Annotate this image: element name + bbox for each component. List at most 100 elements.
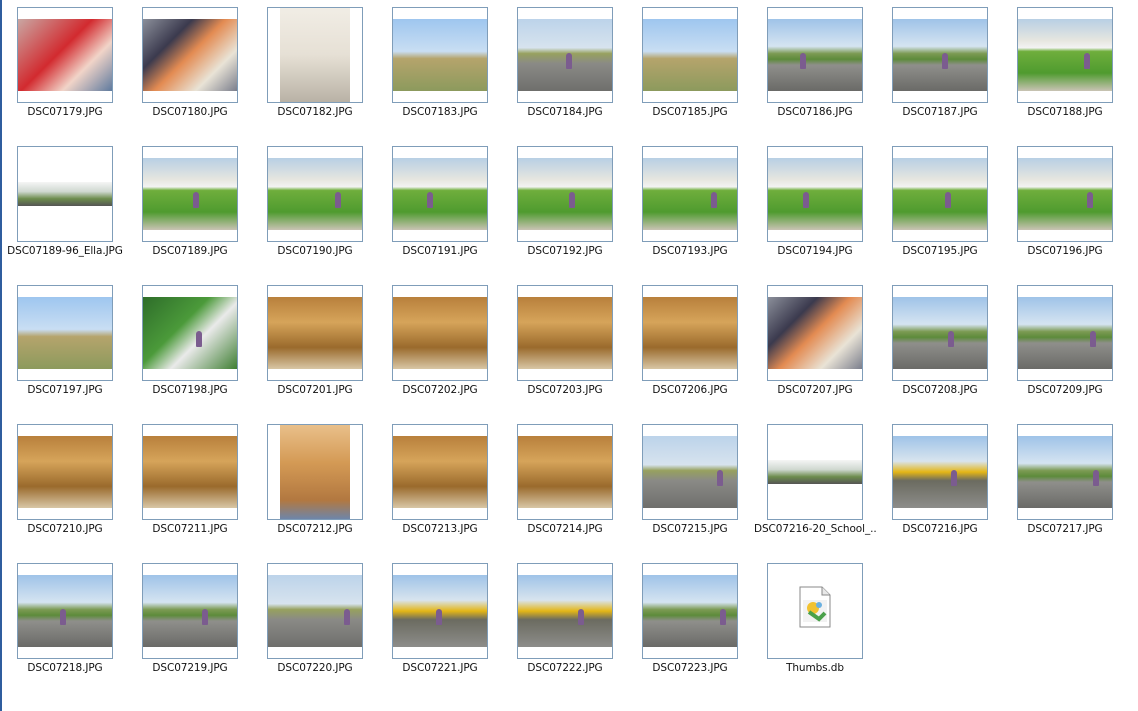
thumbnail-frame[interactable] — [767, 563, 863, 659]
file-item[interactable]: DSC07190.JPG — [254, 145, 376, 275]
person-figure — [344, 609, 350, 625]
thumbnail-frame[interactable] — [392, 7, 488, 103]
thumbnail-frame[interactable] — [142, 146, 238, 242]
thumbnail-frame[interactable] — [892, 285, 988, 381]
thumbnail-frame[interactable] — [142, 563, 238, 659]
thumbnail-frame[interactable] — [267, 563, 363, 659]
thumbnail-frame[interactable] — [767, 424, 863, 520]
thumbnail-frame[interactable] — [1017, 285, 1113, 381]
person-figure — [1093, 470, 1099, 486]
file-name-label: DSC07208.JPG — [902, 384, 978, 396]
file-item[interactable]: DSC07188.JPG — [1004, 6, 1126, 136]
file-item[interactable]: DSC07180.JPG — [129, 6, 251, 136]
file-item[interactable]: DSC07219.JPG — [129, 562, 251, 692]
file-item[interactable]: DSC07193.JPG — [629, 145, 751, 275]
thumbnail-frame[interactable] — [392, 424, 488, 520]
thumbnail-frame[interactable] — [142, 7, 238, 103]
file-item[interactable]: DSC07187.JPG — [879, 6, 1001, 136]
file-item[interactable]: DSC07206.JPG — [629, 284, 751, 414]
file-item[interactable]: DSC07216.JPG — [879, 423, 1001, 553]
file-item[interactable]: DSC07212.JPG — [254, 423, 376, 553]
thumbnail-frame[interactable] — [17, 424, 113, 520]
thumbnail-frame[interactable] — [517, 285, 613, 381]
file-name-label: DSC07223.JPG — [652, 662, 728, 674]
thumbnail-frame[interactable] — [767, 7, 863, 103]
thumbnail-frame[interactable] — [17, 7, 113, 103]
thumbnail-frame[interactable] — [1017, 146, 1113, 242]
file-item[interactable]: DSC07202.JPG — [379, 284, 501, 414]
thumbnail-frame[interactable] — [392, 285, 488, 381]
file-item[interactable]: DSC07195.JPG — [879, 145, 1001, 275]
thumbnail-frame[interactable] — [517, 424, 613, 520]
thumbnail-frame[interactable] — [517, 146, 613, 242]
photo-thumbnail — [893, 436, 987, 508]
file-name-label: DSC07194.JPG — [777, 245, 853, 257]
thumbnail-frame[interactable] — [642, 563, 738, 659]
file-item[interactable]: DSC07189.JPG — [129, 145, 251, 275]
file-item[interactable]: DSC07216-20_School_... — [754, 423, 876, 553]
thumbnail-frame[interactable] — [642, 424, 738, 520]
file-item[interactable]: DSC07196.JPG — [1004, 145, 1126, 275]
thumbnail-frame[interactable] — [392, 563, 488, 659]
thumbnail-frame[interactable] — [642, 146, 738, 242]
file-item[interactable]: DSC07222.JPG — [504, 562, 626, 692]
person-figure — [566, 53, 572, 69]
file-item[interactable]: DSC07186.JPG — [754, 6, 876, 136]
file-item[interactable]: DSC07184.JPG — [504, 6, 626, 136]
thumbnail-frame[interactable] — [267, 285, 363, 381]
thumbnail-frame[interactable] — [642, 285, 738, 381]
file-name-label: DSC07222.JPG — [527, 662, 603, 674]
thumbnail-frame[interactable] — [1017, 424, 1113, 520]
thumbnail-frame[interactable] — [17, 146, 113, 242]
person-figure — [436, 609, 442, 625]
file-item[interactable]: DSC07211.JPG — [129, 423, 251, 553]
file-item[interactable]: DSC07215.JPG — [629, 423, 751, 553]
file-item[interactable]: DSC07223.JPG — [629, 562, 751, 692]
file-item[interactable]: DSC07197.JPG — [4, 284, 126, 414]
thumbnail-frame[interactable] — [517, 7, 613, 103]
thumbnail-frame[interactable] — [17, 285, 113, 381]
file-item[interactable]: DSC07179.JPG — [4, 6, 126, 136]
thumbnail-frame[interactable] — [1017, 7, 1113, 103]
file-item[interactable]: DSC07189-96_Ella.JPG — [4, 145, 126, 275]
thumbnail-frame[interactable] — [892, 424, 988, 520]
file-name-label: DSC07209.JPG — [1027, 384, 1103, 396]
file-item[interactable]: DSC07217.JPG — [1004, 423, 1126, 553]
thumbnail-frame[interactable] — [892, 7, 988, 103]
file-item[interactable]: DSC07198.JPG — [129, 284, 251, 414]
thumbnail-frame[interactable] — [17, 563, 113, 659]
file-item[interactable]: DSC07220.JPG — [254, 562, 376, 692]
thumbnail-frame[interactable] — [892, 146, 988, 242]
file-item[interactable]: DSC07203.JPG — [504, 284, 626, 414]
thumbnail-frame[interactable] — [267, 7, 363, 103]
file-item[interactable]: DSC07210.JPG — [4, 423, 126, 553]
photo-thumbnail — [1018, 19, 1112, 91]
file-item[interactable]: DSC07218.JPG — [4, 562, 126, 692]
file-item[interactable]: DSC07214.JPG — [504, 423, 626, 553]
thumbnail-frame[interactable] — [767, 285, 863, 381]
thumbnail-frame[interactable] — [642, 7, 738, 103]
file-item[interactable]: DSC07191.JPG — [379, 145, 501, 275]
file-item[interactable]: DSC07182.JPG — [254, 6, 376, 136]
file-item[interactable]: DSC07183.JPG — [379, 6, 501, 136]
file-item[interactable]: DSC07221.JPG — [379, 562, 501, 692]
file-item[interactable]: DSC07213.JPG — [379, 423, 501, 553]
file-name-label: DSC07188.JPG — [1027, 106, 1103, 118]
file-item[interactable]: DSC07208.JPG — [879, 284, 1001, 414]
file-item[interactable]: DSC07207.JPG — [754, 284, 876, 414]
file-item[interactable]: DSC07194.JPG — [754, 145, 876, 275]
file-item[interactable]: DSC07185.JPG — [629, 6, 751, 136]
file-item[interactable]: DSC07209.JPG — [1004, 284, 1126, 414]
thumbnail-frame[interactable] — [767, 146, 863, 242]
file-item[interactable]: DSC07192.JPG — [504, 145, 626, 275]
thumbnail-frame[interactable] — [142, 424, 238, 520]
thumbnail-frame[interactable] — [267, 424, 363, 520]
photo-thumbnail — [518, 19, 612, 91]
file-item[interactable]: Thumbs.db — [754, 562, 876, 692]
file-item[interactable]: DSC07201.JPG — [254, 284, 376, 414]
photo-thumbnail — [1018, 158, 1112, 230]
thumbnail-frame[interactable] — [517, 563, 613, 659]
thumbnail-frame[interactable] — [392, 146, 488, 242]
thumbnail-frame[interactable] — [267, 146, 363, 242]
thumbnail-frame[interactable] — [142, 285, 238, 381]
